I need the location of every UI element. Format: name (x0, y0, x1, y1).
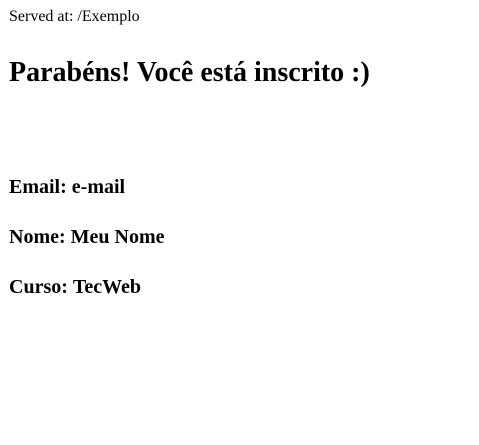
name-field-line: Nome: Meu Nome (9, 225, 165, 249)
course-label: Curso: (9, 276, 68, 298)
email-field-line: Email: e-mail (9, 175, 125, 199)
page: Served at:/Exemplo Parabéns! Você está i… (0, 0, 479, 445)
served-at-path: /Exemplo (77, 8, 140, 25)
email-label: Email: (9, 176, 67, 198)
served-at-line: Served at:/Exemplo (9, 7, 140, 27)
course-field-line: Curso: TecWeb (9, 275, 141, 299)
course-value: TecWeb (72, 276, 142, 298)
served-at-label: Served at: (9, 8, 74, 25)
name-label: Nome: (9, 226, 66, 248)
email-value: e-mail (71, 176, 126, 198)
name-value: Meu Nome (70, 226, 165, 248)
page-title: Parabéns! Você está inscrito :) (9, 57, 370, 88)
